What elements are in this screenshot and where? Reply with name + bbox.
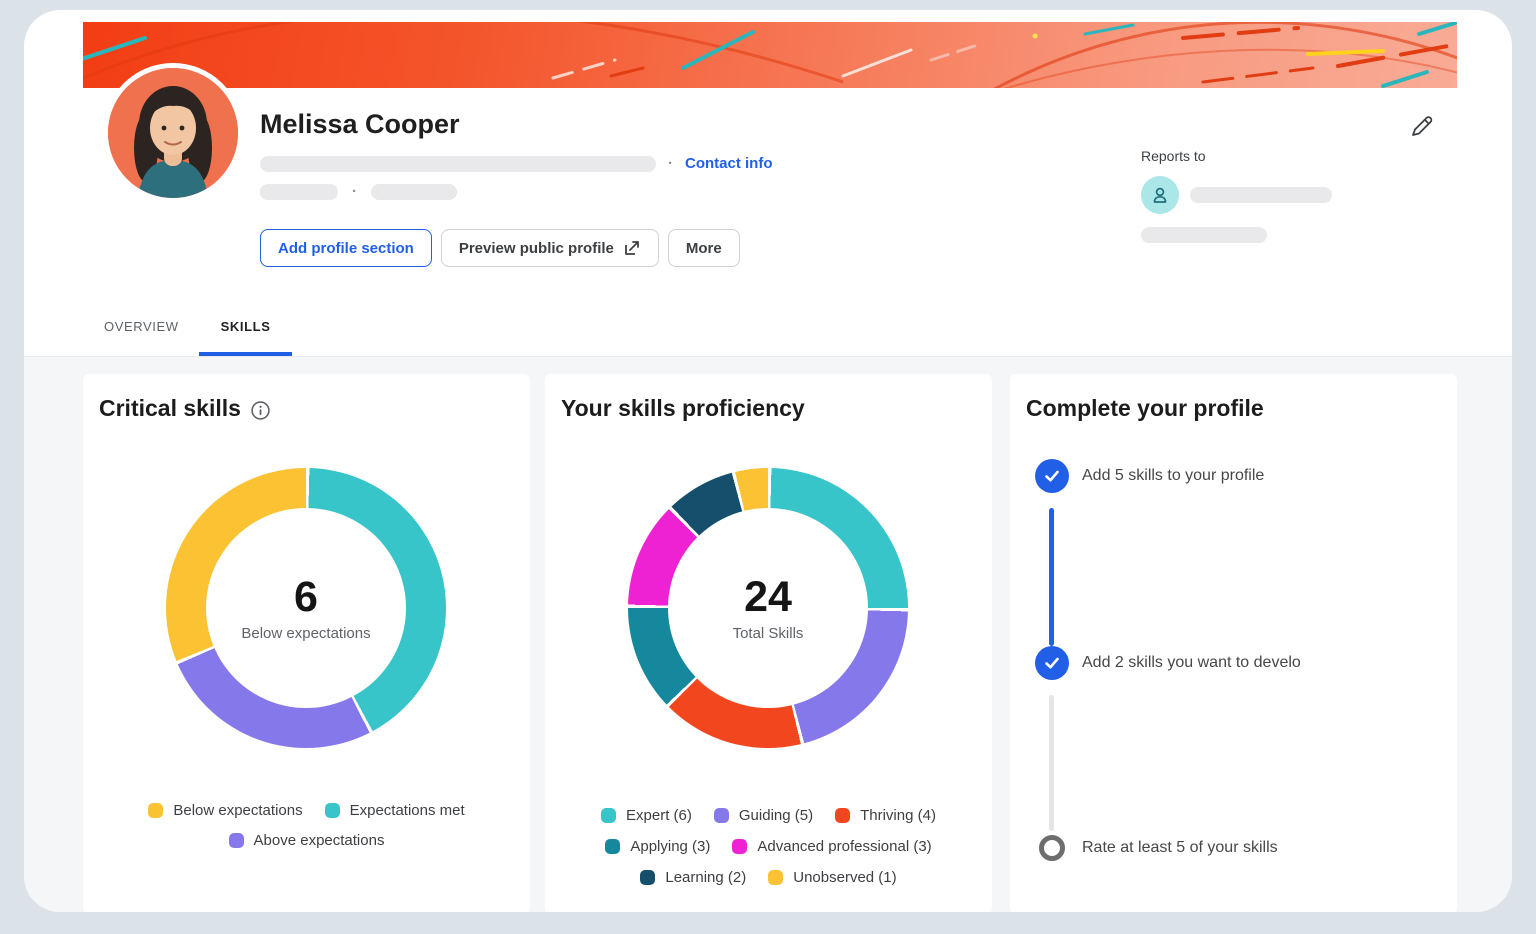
external-link-icon [623, 239, 641, 257]
donut-center: 6 Below expectations [206, 508, 406, 708]
legend-item: Expert (6) [601, 807, 692, 824]
profile-name: Melissa Cooper [260, 109, 460, 140]
legend-item: Below expectations [148, 802, 302, 819]
manager-title-placeholder-bar [1141, 227, 1267, 243]
checklist-connector [1049, 695, 1054, 831]
location-placeholder-bar [371, 184, 457, 200]
donut-center-value: 24 [744, 574, 792, 621]
legend-item: Learning (2) [640, 869, 746, 886]
legend-label: Applying (3) [630, 838, 710, 855]
location-row: · [260, 183, 457, 200]
legend-swatch [229, 833, 244, 848]
legend-label: Expectations met [350, 802, 465, 819]
legend-label: Above expectations [254, 832, 385, 849]
skills-proficiency-legend: Expert (6) Guiding (5) Thriving (4) Appl… [545, 807, 992, 886]
checklist-item-rate-skills[interactable]: Rate at least 5 of your skills [1035, 831, 1278, 865]
banner-decoration [83, 22, 1457, 88]
checklist-item-label: Rate at least 5 of your skills [1082, 831, 1278, 865]
critical-skills-donut-chart[interactable]: 6 Below expectations [166, 468, 446, 748]
donut-center-value: 6 [294, 574, 318, 621]
donut-center-label: Below expectations [241, 625, 370, 642]
preview-public-profile-label: Preview public profile [459, 240, 614, 257]
legend-item: Unobserved (1) [768, 869, 896, 886]
skills-proficiency-donut-chart[interactable]: 24 Total Skills [628, 468, 908, 748]
contact-info-link[interactable]: Contact info [685, 155, 773, 172]
legend-item: Above expectations [229, 832, 385, 849]
checkmark-icon [1035, 459, 1069, 493]
checklist-item-add-skills[interactable]: Add 5 skills to your profile [1035, 459, 1264, 493]
edit-profile-button[interactable] [1406, 113, 1436, 143]
legend-label: Thriving (4) [860, 807, 936, 824]
legend-swatch [714, 808, 729, 823]
legend-item: Advanced professional (3) [732, 838, 931, 855]
legend-label: Guiding (5) [739, 807, 813, 824]
skills-proficiency-card: Your skills proficiency 24 Total Skills … [545, 374, 992, 912]
legend-item: Guiding (5) [714, 807, 813, 824]
legend-swatch [732, 839, 747, 854]
profile-photo[interactable] [103, 63, 243, 203]
legend-label: Below expectations [173, 802, 302, 819]
legend-swatch [148, 803, 163, 818]
profile-tabs: OVERVIEW SKILLS [104, 300, 292, 356]
add-profile-section-button[interactable]: Add profile section [260, 229, 432, 267]
headline-row: · Contact info [260, 155, 773, 172]
critical-skills-legend: Below expectations Expectations met Abov… [83, 802, 530, 849]
tab-skills[interactable]: SKILLS [199, 300, 293, 356]
checklist-item-label: Add 5 skills to your profile [1082, 459, 1264, 493]
legend-label: Expert (6) [626, 807, 692, 824]
critical-skills-title: Critical skills [99, 395, 241, 422]
legend-swatch [835, 808, 850, 823]
profile-banner [83, 22, 1457, 88]
legend-label: Advanced professional (3) [757, 838, 931, 855]
pencil-icon [1407, 113, 1435, 141]
profile-actions: Add profile section Preview public profi… [260, 229, 740, 267]
location-placeholder-bar [260, 184, 338, 200]
reports-to-label: Reports to [1141, 148, 1332, 164]
legend-swatch [768, 870, 783, 885]
todo-circle-icon [1039, 835, 1065, 861]
manager-name-placeholder-bar [1190, 187, 1332, 203]
checklist-connector [1049, 508, 1054, 646]
legend-label: Unobserved (1) [793, 869, 896, 886]
checklist-item-add-develop-skills[interactable]: Add 2 skills you want to develop [1035, 646, 1300, 680]
separator-dot: · [668, 155, 673, 172]
complete-profile-card: Complete your profile Add 5 skills to yo… [1010, 374, 1457, 912]
donut-center-label: Total Skills [733, 625, 804, 642]
skills-proficiency-title: Your skills proficiency [561, 395, 805, 422]
donut-center: 24 Total Skills [668, 508, 868, 708]
tab-overview[interactable]: OVERVIEW [104, 300, 179, 356]
separator-dot: · [352, 183, 357, 200]
legend-swatch [605, 839, 620, 854]
profile-photo-illustration [108, 68, 238, 198]
info-icon[interactable] [251, 401, 270, 420]
checklist-item-label: Add 2 skills you want to develop [1082, 646, 1300, 680]
legend-item: Expectations met [325, 802, 465, 819]
checkmark-icon [1035, 646, 1069, 680]
critical-skills-card: Critical skills 6 Below expectations [83, 374, 530, 912]
legend-item: Thriving (4) [835, 807, 936, 824]
reports-to-section: Reports to [1141, 148, 1332, 243]
skills-tab-content: Critical skills 6 Below expectations [24, 356, 1512, 912]
legend-item: Applying (3) [605, 838, 710, 855]
legend-swatch [640, 870, 655, 885]
profile-page-panel: Melissa Cooper · Contact info · Add prof… [24, 10, 1512, 912]
manager-avatar[interactable] [1141, 176, 1179, 214]
legend-swatch [325, 803, 340, 818]
preview-public-profile-button[interactable]: Preview public profile [441, 229, 659, 267]
complete-profile-title: Complete your profile [1026, 395, 1264, 422]
legend-label: Learning (2) [665, 869, 746, 886]
more-button[interactable]: More [668, 229, 740, 267]
legend-swatch [601, 808, 616, 823]
person-icon [1150, 185, 1170, 205]
headline-placeholder-bar [260, 156, 656, 172]
